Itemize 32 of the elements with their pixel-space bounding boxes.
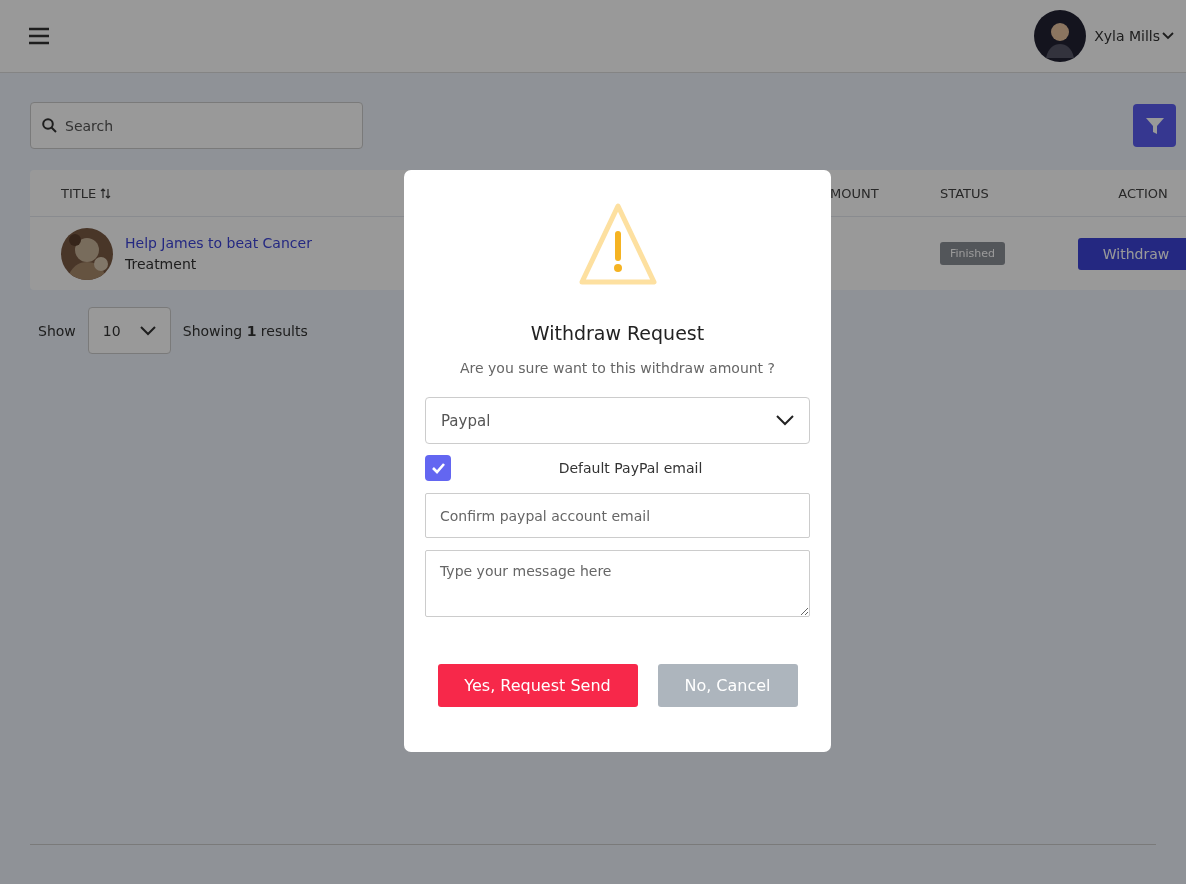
warning-icon [577, 202, 658, 288]
dialog-message: Are you sure want to this withdraw amount ? [460, 360, 775, 376]
dialog-title: Withdraw Request [530, 322, 705, 344]
status-badge: Finished [940, 242, 1006, 265]
column-header: MOUNT [830, 185, 879, 201]
withdraw-button[interactable]: Withdraw [1078, 237, 1186, 270]
email-field[interactable]: Confirm paypal account email [425, 493, 810, 538]
check-icon [430, 462, 446, 474]
filter-button[interactable] [1133, 104, 1176, 147]
category-text: Treatment [125, 256, 198, 272]
chevron-down-icon [139, 325, 156, 336]
column-header[interactable]: TITLE [61, 185, 97, 201]
menu-icon[interactable] [28, 27, 50, 45]
page-size-select[interactable]: 10 [87, 307, 171, 354]
chevron-down-icon[interactable] [1162, 32, 1174, 40]
user-name[interactable]: Xyla Mills [1094, 28, 1160, 44]
search-icon [42, 118, 57, 133]
avatar-icon[interactable] [1034, 10, 1087, 62]
show-label: Show [38, 322, 76, 339]
confirm-button[interactable]: Yes, Request Send [437, 664, 638, 707]
filter-icon [1145, 117, 1164, 134]
campaign-link[interactable]: Help James to beat Cancer [125, 235, 312, 251]
message-field[interactable]: Type your message here [425, 550, 810, 617]
results-summary: Showing 1 results [182, 322, 308, 339]
column-header: ACTION [1118, 185, 1168, 201]
checkbox[interactable] [425, 455, 451, 481]
payment-method-select[interactable]: Paypal [425, 397, 810, 444]
chevron-down-icon [776, 415, 794, 426]
search-field[interactable]: Search [30, 102, 363, 149]
sort-icon[interactable] [100, 187, 112, 199]
column-header: STATUS [940, 185, 989, 201]
checkbox-label: Default PayPal email [557, 460, 704, 476]
